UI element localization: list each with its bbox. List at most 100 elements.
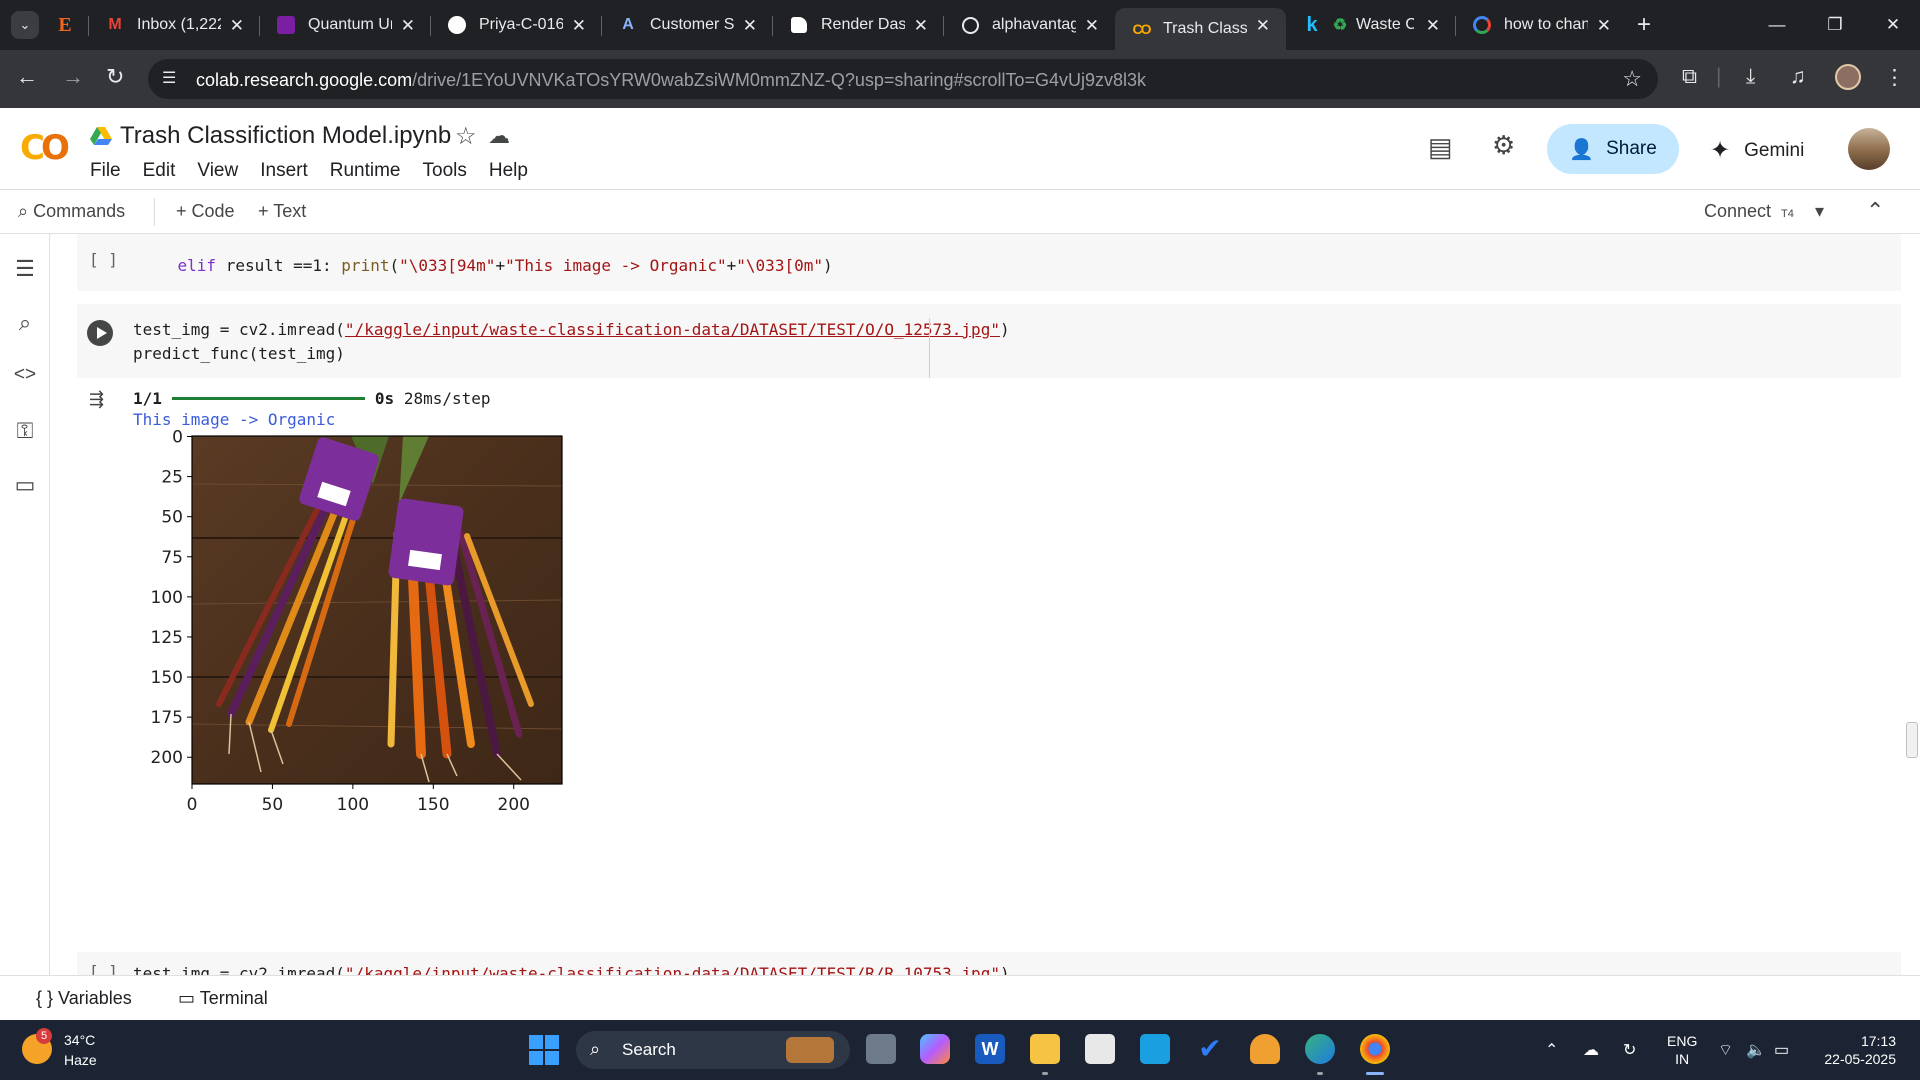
star-notebook-icon[interactable]: ☆ [455, 122, 477, 151]
close-icon[interactable]: ✕ [230, 16, 244, 36]
close-icon[interactable]: ✕ [401, 16, 415, 36]
volume-icon[interactable]: 🔈 [1746, 1040, 1766, 1060]
menu-edit[interactable]: Edit [143, 160, 176, 182]
tab-github[interactable]: Priya-C-016/ ✕ [431, 0, 602, 50]
settings-gear-icon[interactable]: ⚙ [1492, 130, 1515, 161]
run-cell-button[interactable] [87, 320, 113, 346]
wifi-icon[interactable]: ⌔ [1718, 1040, 1733, 1060]
variables-button[interactable]: { } Variables [36, 988, 132, 1009]
running-indicator [1317, 1072, 1323, 1075]
find-replace-icon[interactable]: ⌕ [12, 310, 38, 336]
gemini-button[interactable]: ✦ Gemini [1710, 136, 1804, 165]
files-folder-icon[interactable]: ▭ [12, 472, 38, 498]
google-drive-icon[interactable] [90, 126, 112, 146]
collapse-header-icon[interactable]: ⌃ [1866, 198, 1884, 224]
code-cell-active[interactable]: test_img = cv2.imread("/kaggle/input/was… [77, 304, 1901, 378]
word-icon[interactable]: W [975, 1034, 1005, 1064]
sync-icon[interactable]: ↻ [1623, 1040, 1636, 1060]
secrets-key-icon[interactable]: ⚿ [12, 418, 38, 444]
extensions-icon[interactable]: ⧉ [1682, 65, 1697, 89]
tab-alphavantage[interactable]: alphavantag ✕ [944, 0, 1115, 50]
download-icon[interactable]: ⤓ [1746, 65, 1755, 89]
tab-customer-support[interactable]: A Customer Su ✕ [602, 0, 773, 50]
window-close-icon[interactable]: ✕ [1864, 0, 1920, 50]
copilot-icon[interactable] [920, 1034, 950, 1064]
chrome-icon[interactable] [1360, 1034, 1390, 1064]
code-cell[interactable]: [ ] elif result ==1: print("\033[94m"+"T… [77, 234, 1901, 291]
forward-icon[interactable]: → [62, 64, 84, 90]
tab-etsy[interactable]: E [39, 0, 89, 50]
tab-render[interactable]: Render Dash ✕ [773, 0, 944, 50]
microsoft-store-icon[interactable] [1085, 1034, 1115, 1064]
comments-icon[interactable]: ▤ [1428, 132, 1453, 163]
site-info-icon[interactable]: ☰ [162, 68, 176, 88]
close-icon[interactable]: ✕ [1085, 16, 1099, 36]
commands-button[interactable]: ⌕ Commands [18, 201, 125, 222]
run-cell-bracket[interactable]: [ ] [89, 962, 118, 975]
close-icon[interactable]: ✕ [1256, 16, 1270, 36]
close-icon[interactable]: ✕ [1426, 16, 1440, 36]
reload-icon[interactable]: ↻ [106, 64, 124, 90]
code-snippets-icon[interactable]: <> [12, 364, 38, 390]
bookmark-star-icon[interactable]: ☆ [1622, 66, 1642, 92]
gemini-sparkle-icon: ✦ [1710, 137, 1731, 164]
edge-icon[interactable] [1305, 1034, 1335, 1064]
output-toggle-icon[interactable]: ⇶ [89, 389, 104, 410]
tab-waste-kaggle[interactable]: k ♻ Waste C ✕ [1286, 0, 1456, 50]
system-clock[interactable]: 17:13 22-05-2025 [1812, 1032, 1896, 1068]
menu-insert[interactable]: Insert [260, 160, 308, 182]
new-tab-button[interactable]: + [1637, 11, 1651, 39]
battery-icon[interactable]: ▭ [1774, 1040, 1789, 1060]
taskbar-search[interactable]: ⌕ Search [576, 1031, 850, 1069]
close-icon[interactable]: ✕ [1597, 16, 1611, 36]
cloud-saved-icon[interactable]: ☁ [488, 123, 510, 149]
tab-google-search[interactable]: how to chan ✕ [1456, 0, 1627, 50]
share-button[interactable]: 👤 Share [1547, 124, 1679, 174]
menu-runtime[interactable]: Runtime [330, 160, 401, 182]
tab-gmail[interactable]: M Inbox (1,222 ✕ [89, 0, 260, 50]
account-avatar[interactable] [1848, 128, 1890, 170]
media-control-icon[interactable]: ♫ [1790, 65, 1806, 89]
todo-check-icon[interactable]: ✔ [1195, 1034, 1225, 1064]
terminal-button[interactable]: ▭ Terminal [178, 988, 268, 1009]
browser-menu-icon[interactable]: ⋮ [1884, 65, 1905, 90]
add-code-button[interactable]: + Code [176, 201, 235, 222]
minimize-icon[interactable]: — [1748, 0, 1806, 50]
task-view-icon[interactable] [866, 1034, 896, 1064]
menu-help[interactable]: Help [489, 160, 528, 182]
scrollbar-thumb[interactable] [1906, 722, 1918, 758]
tab-search-button[interactable]: ⌄ [11, 11, 39, 39]
colab-logo[interactable]: CO [20, 128, 70, 168]
close-icon[interactable]: ✕ [743, 16, 757, 36]
run-cell-bracket[interactable]: [ ] [89, 250, 118, 269]
runtime-dropdown-icon[interactable]: ▾ [1815, 201, 1824, 222]
file-explorer-icon[interactable] [1030, 1034, 1060, 1064]
tab-quantum[interactable]: Quantum Ur ✕ [260, 0, 431, 50]
search-icon: ⌕ [18, 201, 29, 221]
windows-start-icon[interactable] [529, 1035, 559, 1065]
notebook-title[interactable]: Trash Classifiction Model.ipynb [120, 122, 451, 150]
y-tick-label: 25 [161, 468, 183, 488]
menu-view[interactable]: View [197, 160, 238, 182]
code-cell[interactable]: [ ] test_img = cv2.imread("/kaggle/input… [77, 952, 1901, 975]
table-of-contents-icon[interactable]: ☰ [12, 256, 38, 282]
medal-app-icon[interactable] [1250, 1034, 1280, 1064]
back-icon[interactable]: ← [16, 64, 38, 90]
menu-tools[interactable]: Tools [423, 160, 467, 182]
add-text-button[interactable]: + Text [258, 201, 306, 222]
omnibox[interactable]: ☰ colab.research.google.com/drive/1EYoUV… [148, 59, 1658, 99]
region-code: IN [1675, 1051, 1690, 1067]
remote-desktop-icon[interactable] [1140, 1034, 1170, 1064]
tab-trash-classifier[interactable]: CO Trash Classif ✕ [1115, 8, 1286, 50]
menu-file[interactable]: File [90, 160, 121, 182]
onedrive-icon[interactable]: ☁ [1583, 1040, 1599, 1060]
language-indicator[interactable]: ENG IN [1667, 1032, 1697, 1068]
restore-icon[interactable]: ❐ [1806, 0, 1864, 50]
connect-button[interactable]: Connect T4 [1704, 201, 1794, 222]
browser-profile-avatar[interactable] [1835, 64, 1861, 90]
y-tick-label: 150 [151, 668, 183, 688]
close-icon[interactable]: ✕ [914, 16, 928, 36]
show-hidden-icons[interactable]: ⌃ [1545, 1040, 1558, 1060]
x-tick-label: 0 [187, 795, 198, 815]
close-icon[interactable]: ✕ [572, 16, 586, 36]
